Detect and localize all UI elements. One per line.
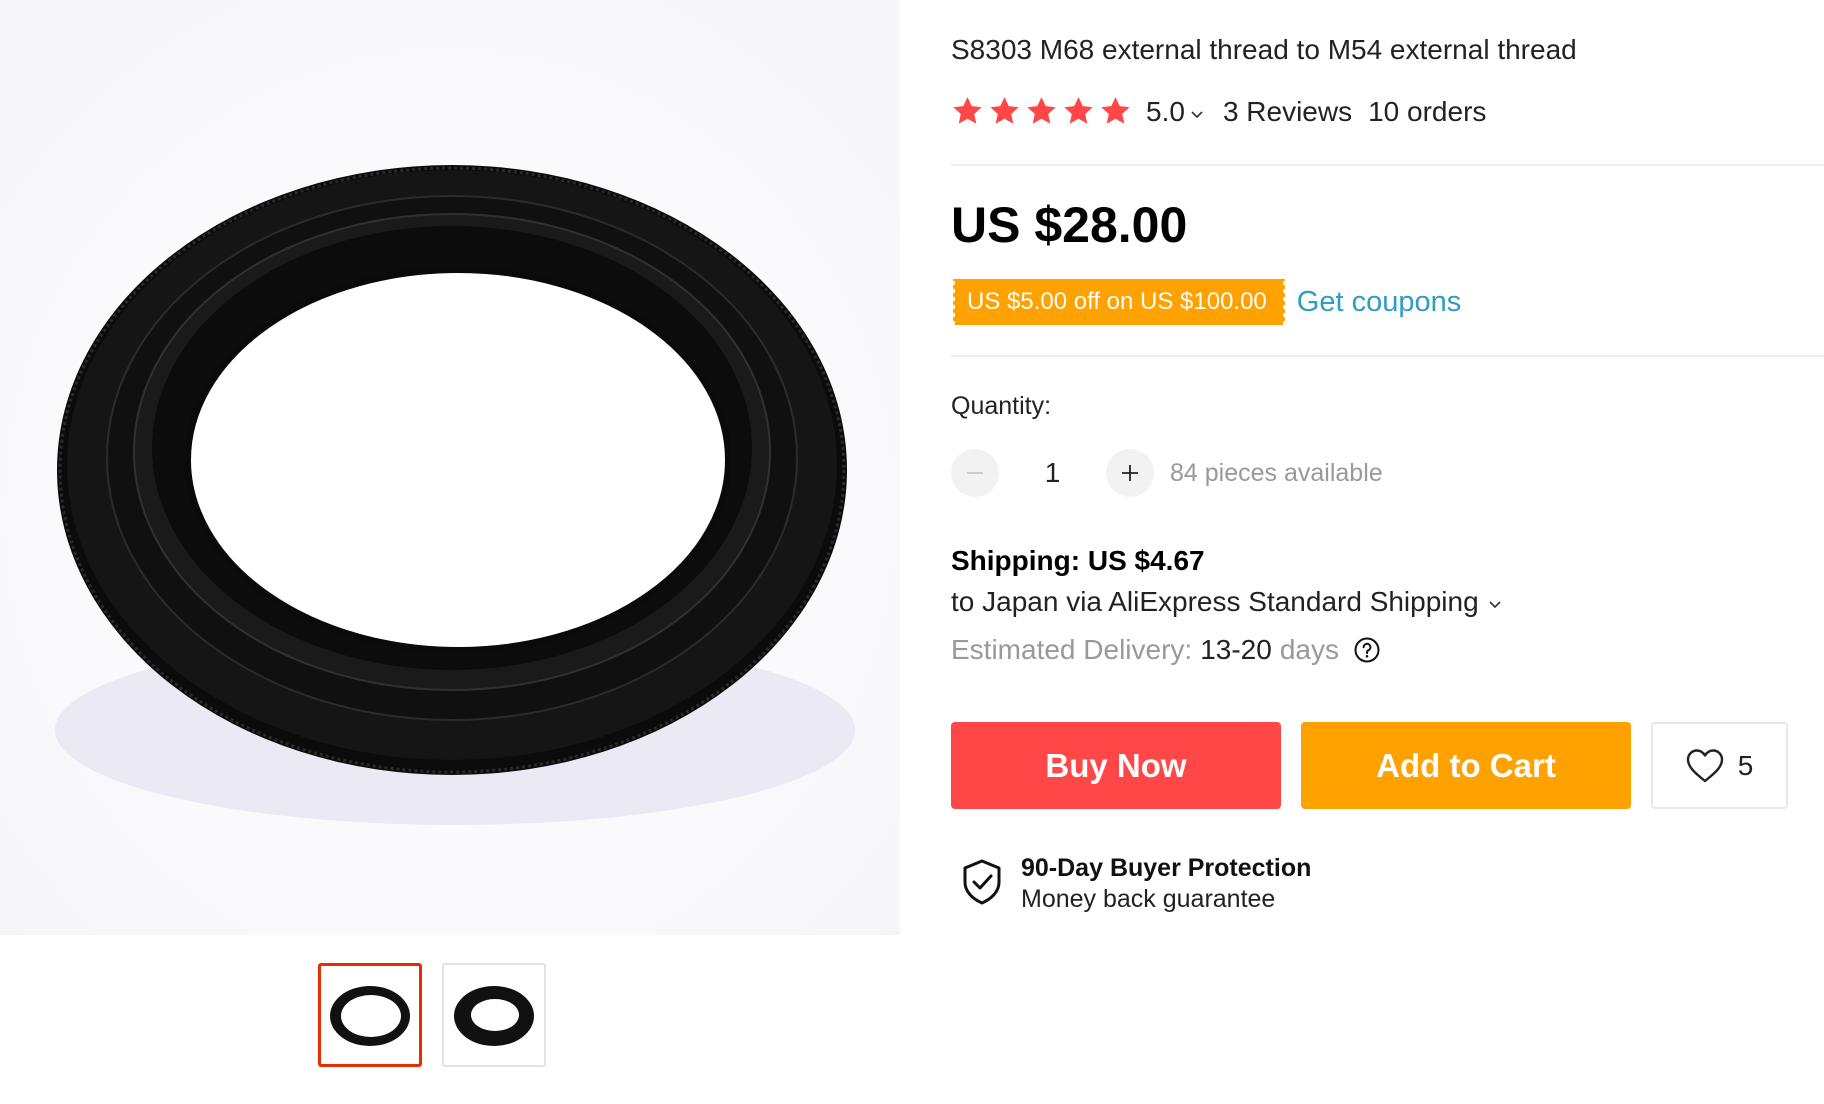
star-icon: [990, 97, 1019, 124]
buyer-protection: 90-Day Buyer Protection Money back guara…: [961, 852, 1311, 914]
shield-check-icon: [963, 859, 1001, 905]
get-coupons-link[interactable]: Get coupons: [1297, 286, 1461, 319]
delivery-label: Estimated Delivery:: [951, 634, 1193, 665]
star-icon: [953, 97, 982, 124]
thumbnail-1[interactable]: [318, 963, 422, 1067]
thumbnail-strip: [318, 963, 546, 1067]
divider: [951, 164, 1824, 166]
buyer-protection-text: 90-Day Buyer Protection Money back guara…: [1021, 852, 1311, 914]
plus-icon: [1122, 465, 1138, 481]
thumbnail-2-image: [454, 986, 534, 1046]
main-product-image: [0, 0, 900, 935]
quantity-value[interactable]: 1: [999, 457, 1106, 489]
shipping-cost: Shipping: US $4.67: [951, 545, 1205, 576]
action-buttons: Buy Now Add to Cart 5: [951, 722, 1788, 809]
buy-now-button[interactable]: Buy Now: [951, 722, 1281, 809]
star-icon: [1027, 97, 1056, 124]
question-circle-icon[interactable]: [1353, 636, 1381, 664]
reviews-link[interactable]: 3 Reviews: [1223, 96, 1352, 128]
add-to-cart-button[interactable]: Add to Cart: [1301, 722, 1631, 809]
chevron-down-icon[interactable]: [1189, 106, 1205, 122]
stock-available: 84 pieces available: [1170, 458, 1383, 487]
star-rating[interactable]: [951, 95, 1132, 128]
divider: [951, 355, 1824, 357]
quantity-stepper: 1 84 pieces available: [951, 449, 1383, 497]
decrease-quantity-button[interactable]: [951, 449, 999, 497]
coupon-badge: US $5.00 off on US $100.00: [951, 279, 1287, 325]
thumbnail-2[interactable]: [442, 963, 546, 1067]
shipping-method[interactable]: to Japan via AliExpress Standard Shippin…: [951, 586, 1503, 618]
buyer-protection-subtitle: Money back guarantee: [1021, 885, 1276, 913]
heart-icon: [1686, 748, 1723, 782]
thumbnail-1-image: [330, 986, 410, 1046]
coupon-row: US $5.00 off on US $100.00 Get coupons: [951, 279, 1461, 325]
minus-icon: [967, 472, 983, 474]
product-info-panel: S8303 M68 external thread to M54 externa…: [951, 0, 1824, 1104]
estimated-delivery: Estimated Delivery: 13-20 days: [951, 634, 1381, 666]
chevron-down-icon[interactable]: [1487, 596, 1503, 612]
quantity-label: Quantity:: [951, 392, 1052, 420]
delivery-range: 13-20: [1200, 634, 1272, 665]
wishlist-count: 5: [1737, 749, 1754, 781]
delivery-unit: days: [1279, 634, 1339, 665]
rating-row: 5.0 3 Reviews 10 orders: [951, 95, 1486, 128]
star-icon: [1064, 97, 1093, 124]
star-icon: [1101, 97, 1130, 124]
product-title: S8303 M68 external thread to M54 externa…: [951, 34, 1577, 65]
increase-quantity-button[interactable]: [1106, 449, 1154, 497]
shipping-method-label: to Japan via AliExpress Standard Shippin…: [951, 586, 1479, 617]
orders-count: 10 orders: [1368, 95, 1487, 127]
buyer-protection-title: 90-Day Buyer Protection: [1021, 854, 1312, 882]
rating-value[interactable]: 5.0: [1146, 96, 1185, 128]
product-price: US $28.00: [951, 197, 1188, 253]
wishlist-button[interactable]: 5: [1651, 722, 1788, 809]
